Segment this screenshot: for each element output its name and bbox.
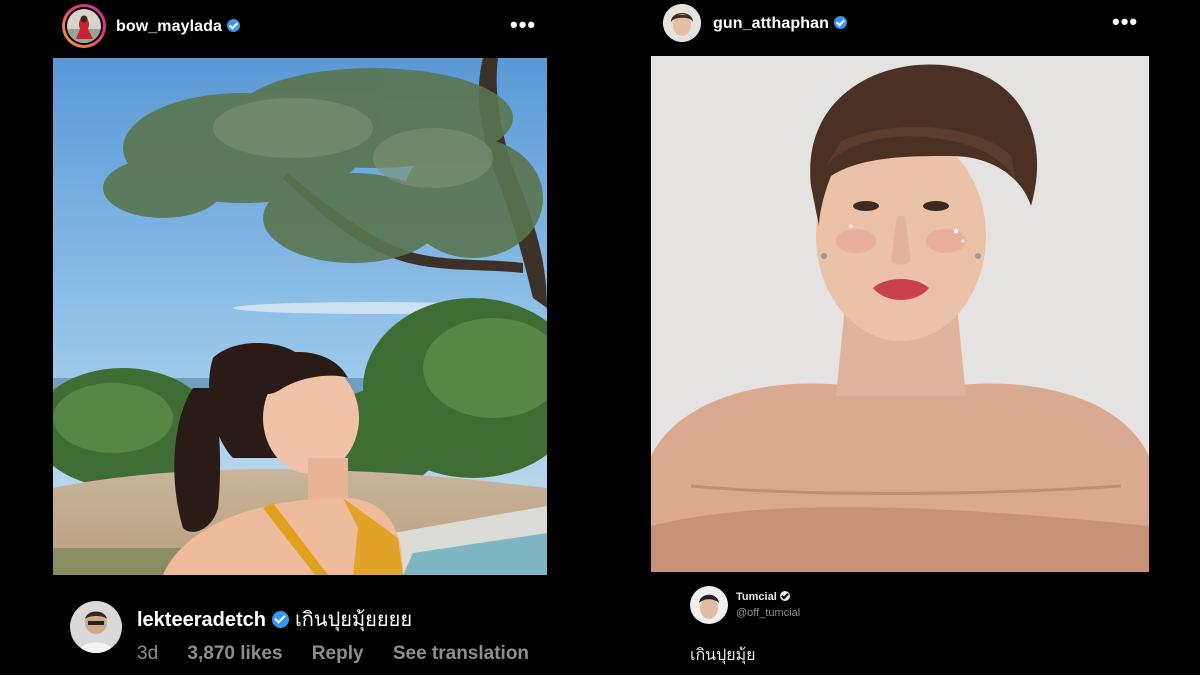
verified-badge-icon — [833, 16, 847, 29]
tweet-author-handle[interactable]: @off_tumcial — [736, 607, 800, 619]
beach-photo-image — [53, 58, 547, 575]
post-header: gun_atthaphan ••• — [600, 0, 1200, 54]
comment-meta: 3d 3,870 likes Reply See translation — [137, 643, 553, 665]
profile-avatar[interactable] — [663, 4, 701, 42]
comment-text: เกินปุยมุ้ยยยย — [294, 609, 413, 631]
instagram-post-right: gun_atthaphan ••• — [600, 0, 1200, 675]
post-photo[interactable] — [53, 58, 547, 575]
username-text[interactable]: bow_maylada — [116, 18, 222, 35]
tweet-text: เกินปุยมุ้ย — [690, 647, 756, 664]
comment-text-line: lekteeradetch เกินปุยมุ้ยยยย — [137, 603, 412, 635]
portrait-photo-image — [651, 56, 1149, 572]
profile-avatar[interactable] — [62, 4, 106, 48]
post-photo[interactable] — [651, 56, 1149, 572]
comment-age: 3d — [137, 643, 159, 664]
post-header: bow_maylada ••• — [0, 0, 600, 54]
reply-button[interactable]: Reply — [312, 643, 364, 664]
tweet-author-name-text[interactable]: Tumcial — [736, 591, 777, 603]
comment-username[interactable]: lekteeradetch — [137, 609, 266, 631]
post-username[interactable]: gun_atthaphan — [713, 15, 847, 33]
tweet-avatar[interactable] — [690, 586, 728, 624]
post-username[interactable]: bow_maylada — [116, 18, 241, 36]
tweet-author-name[interactable]: Tumcial — [736, 591, 790, 603]
verified-badge-icon — [227, 19, 241, 32]
instagram-post-left: bow_maylada ••• lekteeradetch เกินปุยมุ้… — [0, 0, 600, 675]
see-translation-button[interactable]: See translation — [393, 643, 529, 664]
verified-badge-icon — [271, 611, 289, 628]
commenter-avatar[interactable] — [70, 601, 122, 653]
username-text[interactable]: gun_atthaphan — [713, 15, 829, 32]
comment-likes[interactable]: 3,870 likes — [187, 643, 282, 664]
verified-badge-icon — [779, 591, 790, 601]
more-options-icon[interactable]: ••• — [510, 14, 536, 36]
more-options-icon[interactable]: ••• — [1112, 11, 1138, 33]
